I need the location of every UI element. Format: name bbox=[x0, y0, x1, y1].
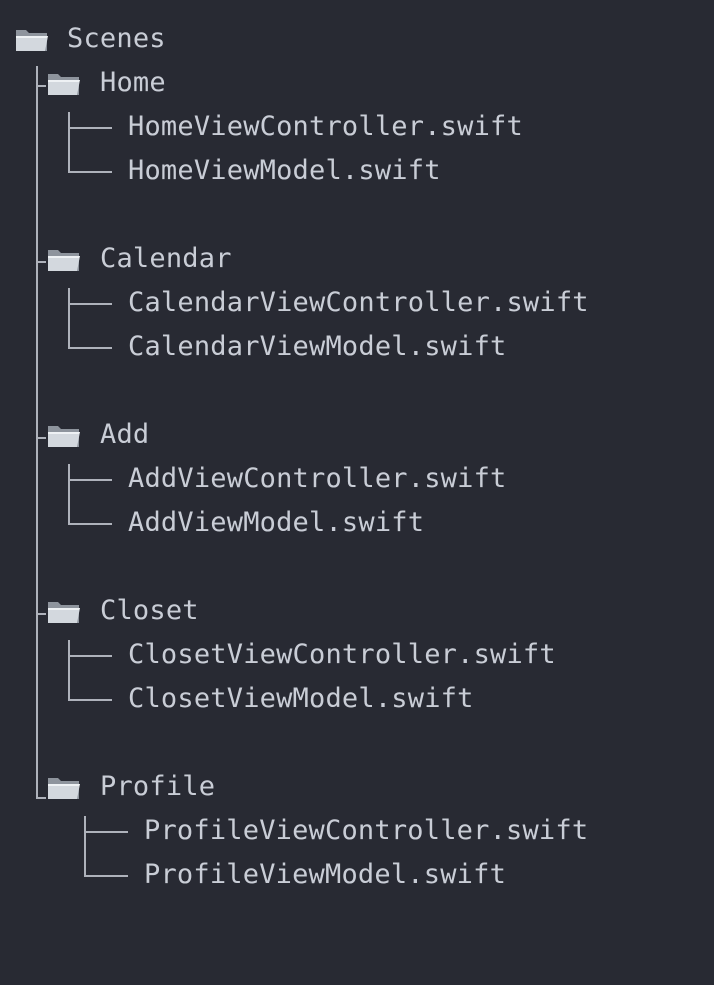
tree-branch bbox=[68, 479, 112, 481]
tree-row-file[interactable]: HomeViewModel.swift bbox=[0, 149, 440, 193]
file-tree: Scenes Home HomeViewController.swift Hom… bbox=[0, 0, 714, 916]
tree-subtrunk bbox=[68, 640, 70, 699]
tree-branch bbox=[68, 523, 112, 525]
file-label: ProfileViewController.swift bbox=[144, 815, 589, 846]
folder-label-calendar: Calendar bbox=[100, 243, 232, 274]
folder-label-add: Add bbox=[100, 419, 150, 450]
tree-row-file[interactable]: ClosetViewController.swift bbox=[0, 633, 556, 677]
tree-row-file[interactable]: AddViewModel.swift bbox=[0, 501, 424, 545]
tree-row-folder[interactable]: Home bbox=[0, 61, 166, 105]
tree-branch bbox=[68, 127, 112, 129]
tree-row-root[interactable]: Scenes bbox=[0, 17, 166, 61]
tree-row-file[interactable]: ProfileViewController.swift bbox=[0, 809, 588, 853]
folder-label-profile: Profile bbox=[100, 771, 216, 802]
file-label: AddViewController.swift bbox=[128, 463, 507, 494]
file-label: CalendarViewModel.swift bbox=[128, 331, 507, 362]
file-label: CalendarViewController.swift bbox=[128, 287, 589, 318]
tree-row-folder[interactable]: Add bbox=[0, 413, 149, 457]
tree-row-file[interactable]: ProfileViewModel.swift bbox=[0, 853, 506, 897]
tree-branch bbox=[68, 303, 112, 305]
tree-row-folder[interactable]: Profile bbox=[0, 765, 215, 809]
folder-label-closet: Closet bbox=[100, 595, 199, 626]
folder-label-scenes: Scenes bbox=[67, 23, 166, 54]
tree-branch bbox=[68, 347, 112, 349]
tree-row-folder[interactable]: Calendar bbox=[0, 237, 231, 281]
tree-branch bbox=[68, 171, 112, 173]
file-label: ProfileViewModel.swift bbox=[144, 859, 507, 890]
folder-label-home: Home bbox=[100, 67, 166, 98]
tree-branch bbox=[84, 875, 128, 877]
tree-row-folder[interactable]: Closet bbox=[0, 589, 199, 633]
file-label: ClosetViewModel.swift bbox=[128, 683, 474, 714]
tree-branch bbox=[68, 655, 112, 657]
tree-row-file[interactable]: CalendarViewController.swift bbox=[0, 281, 589, 325]
tree-row-file[interactable]: HomeViewController.swift bbox=[0, 105, 523, 149]
tree-row-file[interactable]: ClosetViewModel.swift bbox=[0, 677, 473, 721]
file-label: AddViewModel.swift bbox=[128, 507, 425, 538]
tree-subtrunk bbox=[68, 464, 70, 523]
file-label: HomeViewController.swift bbox=[128, 111, 523, 142]
tree-subtrunk bbox=[68, 288, 70, 347]
file-label: ClosetViewController.swift bbox=[128, 639, 556, 670]
tree-row-file[interactable]: AddViewController.swift bbox=[0, 457, 506, 501]
tree-subtrunk bbox=[84, 816, 86, 875]
tree-row-file[interactable]: CalendarViewModel.swift bbox=[0, 325, 506, 369]
tree-subtrunk bbox=[68, 112, 70, 171]
tree-branch bbox=[84, 831, 128, 833]
file-label: HomeViewModel.swift bbox=[128, 155, 441, 186]
tree-branch bbox=[68, 699, 112, 701]
